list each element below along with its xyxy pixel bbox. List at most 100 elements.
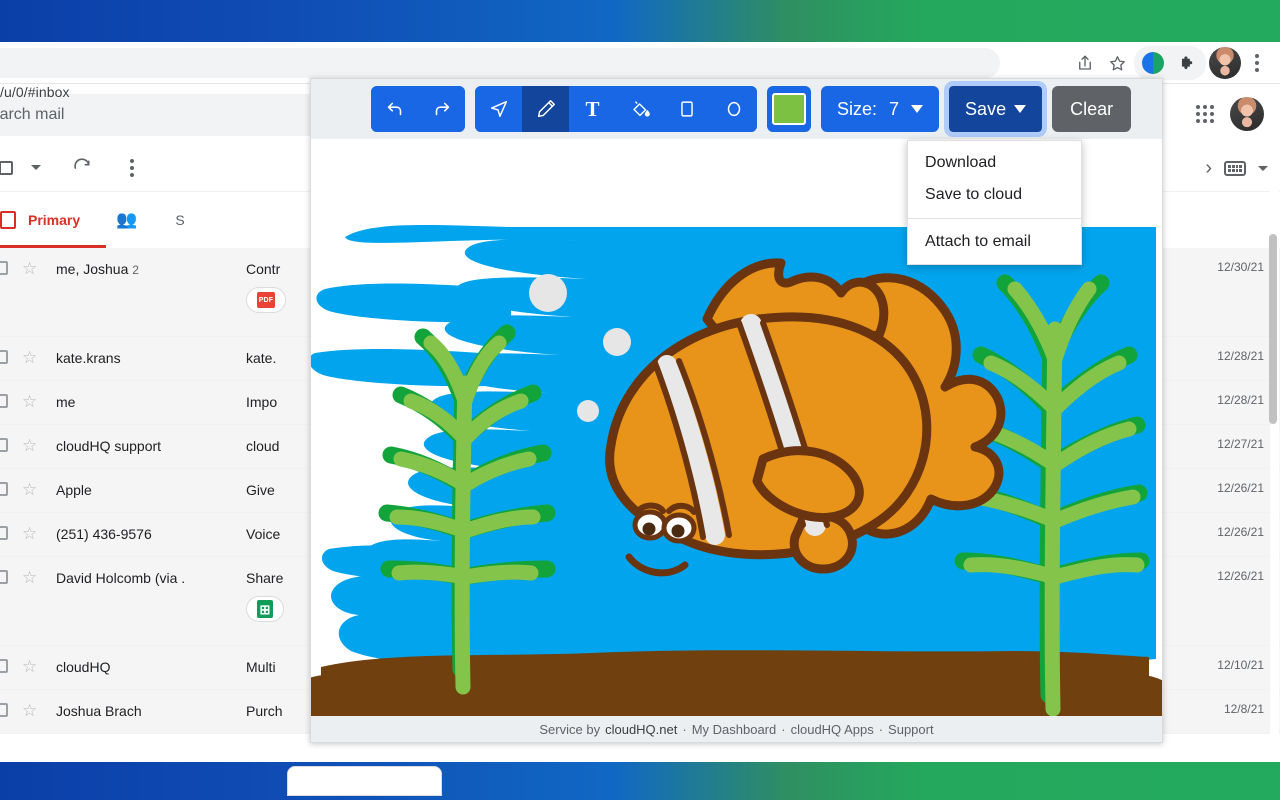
attachment-chip[interactable]: PDF xyxy=(246,287,286,313)
row-date: 12/26/21 xyxy=(1217,525,1264,539)
size-label: Size: xyxy=(837,98,878,119)
row-date: 12/28/21 xyxy=(1217,349,1264,363)
row-date: 12/28/21 xyxy=(1217,393,1264,407)
row-thread-count: 2 xyxy=(132,263,139,277)
size-value: 7 xyxy=(889,98,900,119)
star-icon[interactable]: ☆ xyxy=(22,658,42,675)
row-date: 12/30/21 xyxy=(1217,260,1264,274)
row-checkbox[interactable] xyxy=(0,570,8,584)
attachment-chip[interactable]: ⊞ xyxy=(246,596,284,622)
inbox-icon xyxy=(0,211,16,229)
chevron-down-icon xyxy=(911,105,924,113)
row-checkbox[interactable] xyxy=(0,350,8,364)
next-page-icon[interactable]: › xyxy=(1205,157,1212,180)
row-checkbox[interactable] xyxy=(0,659,8,673)
input-tools-caret-icon[interactable] xyxy=(1258,165,1268,171)
more-options-icon[interactable] xyxy=(112,148,152,188)
row-date: 12/10/21 xyxy=(1217,658,1264,672)
row-sender-name: (251) 436-9576 xyxy=(56,526,152,542)
menu-item-download[interactable]: Download xyxy=(908,147,1081,179)
star-icon[interactable]: ☆ xyxy=(22,525,42,542)
extensions-puzzle-icon[interactable] xyxy=(1172,48,1202,78)
row-checkbox[interactable] xyxy=(0,261,8,275)
tab-promotions[interactable]: S xyxy=(175,192,210,248)
row-sender-name: Apple xyxy=(56,482,92,498)
row-checkbox[interactable] xyxy=(0,526,8,540)
paint-bucket-icon[interactable] xyxy=(616,86,663,132)
star-icon[interactable]: ☆ xyxy=(22,569,42,586)
tab-promotions-label: S xyxy=(175,212,185,228)
save-button[interactable]: Save xyxy=(944,81,1048,137)
bookmark-star-icon[interactable] xyxy=(1102,48,1132,78)
desktop-background-bottom xyxy=(0,762,1280,800)
row-sender: me, Joshua 2 xyxy=(56,261,246,277)
row-sender-name: David Holcomb (via . xyxy=(56,570,186,586)
size-selector[interactable]: Size: 7 xyxy=(821,86,940,132)
google-sheets-icon: ⊞ xyxy=(257,600,273,618)
row-date: 12/26/21 xyxy=(1217,569,1264,583)
address-bar-text: /u/0/#inbox xyxy=(0,84,70,100)
menu-divider xyxy=(908,218,1082,219)
clear-button[interactable]: Clear xyxy=(1052,86,1132,132)
star-icon[interactable]: ☆ xyxy=(22,260,42,277)
clear-button-label: Clear xyxy=(1070,98,1114,119)
row-checkbox[interactable] xyxy=(0,394,8,408)
drawing-toolbar: T Size: 7 Save Download Save to cloud At… xyxy=(311,79,1162,265)
address-bar[interactable] xyxy=(0,48,1000,78)
row-date: 12/8/21 xyxy=(1223,702,1264,716)
menu-item-save-to-cloud[interactable]: Save to cloud xyxy=(908,179,1081,211)
rectangle-icon[interactable] xyxy=(663,86,710,132)
menu-item-attach-to-email[interactable]: Attach to email xyxy=(908,226,1081,258)
pdf-icon: PDF xyxy=(257,292,275,308)
browser-profile-avatar[interactable] xyxy=(1209,47,1241,79)
tool-button-group: T xyxy=(475,86,757,132)
row-date: 12/27/21 xyxy=(1217,437,1264,451)
footer-support-link[interactable]: Support xyxy=(888,722,934,737)
sand-seabed xyxy=(311,650,1162,716)
search-input[interactable]: Search mail xyxy=(0,106,64,124)
desktop-background-top xyxy=(0,0,1280,42)
tab-primary-label: Primary xyxy=(28,212,81,228)
gmail-action-bar-right: › xyxy=(1205,144,1268,192)
gmail-header-right xyxy=(1196,84,1264,144)
star-icon[interactable]: ☆ xyxy=(22,702,42,719)
star-icon[interactable]: ☆ xyxy=(22,437,42,454)
row-sender-name: cloudHQ support xyxy=(56,438,162,454)
account-avatar[interactable] xyxy=(1230,97,1264,131)
footer-dot-3: · xyxy=(878,721,884,737)
text-tool-icon[interactable]: T xyxy=(569,86,616,132)
cloudhq-extension-icon[interactable] xyxy=(1138,48,1168,78)
three-dot-menu-icon[interactable] xyxy=(1242,48,1272,78)
pencil-icon[interactable] xyxy=(522,86,569,132)
tab-primary[interactable]: Primary xyxy=(0,192,107,248)
footer-dashboard-link[interactable]: My Dashboard xyxy=(692,722,777,737)
refresh-icon[interactable] xyxy=(62,148,102,188)
drawing-app-footer: Service by cloudHQ.net · My Dashboard · … xyxy=(311,716,1162,742)
footer-brand-link[interactable]: cloudHQ.net xyxy=(605,722,677,737)
mail-scrollbar[interactable] xyxy=(1269,84,1279,762)
current-color-swatch xyxy=(772,93,806,125)
compose-window-collapsed[interactable] xyxy=(287,766,442,796)
tab-social[interactable]: 👥 xyxy=(106,192,175,248)
undo-icon[interactable] xyxy=(371,86,418,132)
share-icon[interactable] xyxy=(1070,48,1100,78)
row-checkbox[interactable] xyxy=(0,438,8,452)
row-date: 12/26/21 xyxy=(1217,481,1264,495)
ellipse-icon[interactable] xyxy=(710,86,757,132)
star-icon[interactable]: ☆ xyxy=(22,393,42,410)
cursor-arrow-icon[interactable] xyxy=(475,86,522,132)
row-checkbox[interactable] xyxy=(0,482,8,496)
history-button-group xyxy=(371,86,465,132)
star-icon[interactable]: ☆ xyxy=(22,481,42,498)
footer-apps-link[interactable]: cloudHQ Apps xyxy=(791,722,874,737)
select-dropdown-caret[interactable] xyxy=(26,148,46,188)
redo-icon[interactable] xyxy=(418,86,465,132)
star-icon[interactable]: ☆ xyxy=(22,349,42,366)
text-tool-glyph: T xyxy=(585,96,600,121)
input-tools-keyboard-icon[interactable] xyxy=(1224,160,1246,176)
scrollbar-thumb[interactable] xyxy=(1269,234,1277,424)
select-all-checkbox[interactable] xyxy=(0,148,26,188)
apps-grid-icon[interactable] xyxy=(1196,105,1214,123)
color-picker-button[interactable] xyxy=(767,86,811,132)
row-checkbox[interactable] xyxy=(0,703,8,717)
